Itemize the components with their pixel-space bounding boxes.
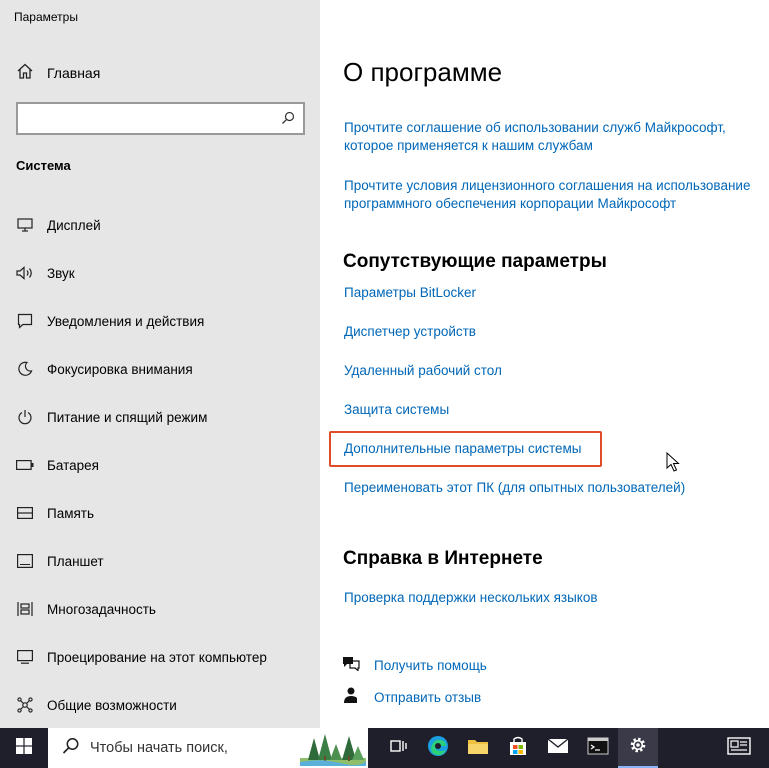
highlight-box (329, 431, 602, 467)
sidebar-item-label: Уведомления и действия (47, 313, 205, 329)
taskbar-search-box[interactable]: Чтобы начать поиск, (48, 728, 368, 768)
mail-button[interactable] (538, 728, 578, 768)
settings-search-input[interactable] (16, 102, 305, 135)
home-label: Главная (47, 65, 101, 81)
file-explorer-button[interactable] (458, 728, 498, 768)
news-icon (727, 736, 751, 760)
file-explorer-icon (467, 737, 489, 760)
sidebar-item-display[interactable]: Дисплей (0, 201, 320, 249)
windows-start-icon (16, 737, 32, 759)
web-help-heading: Справка в Интернете (343, 548, 543, 569)
get-help-row[interactable]: Получить помощь (342, 655, 487, 676)
terminal-button[interactable] (578, 728, 618, 768)
storage-icon (16, 504, 34, 522)
start-button[interactable] (0, 728, 48, 768)
sidebar-item-battery[interactable]: Батарея (0, 441, 320, 489)
related-settings-heading: Сопутствующие параметры (343, 251, 607, 272)
sidebar-nav: Дисплей Звук Уведомления и действия Фоку… (0, 201, 320, 729)
get-help-link[interactable]: Получить помощь (374, 658, 487, 673)
sidebar-item-label: Батарея (47, 457, 99, 473)
services-agreement-link-line2[interactable]: которое применяется к нашим службам (344, 137, 593, 155)
sidebar-item-label: Фокусировка внимания (47, 361, 193, 377)
sidebar-item-storage[interactable]: Память (0, 489, 320, 537)
bitlocker-link[interactable]: Параметры BitLocker (344, 284, 476, 302)
system-protection-link[interactable]: Защита системы (344, 401, 449, 419)
shared-experiences-icon (16, 696, 34, 714)
store-icon (508, 736, 528, 761)
home-nav-item[interactable]: Главная (16, 62, 100, 84)
power-icon (16, 408, 34, 426)
help-chat-icon (342, 655, 360, 676)
sidebar-item-notifications[interactable]: Уведомления и действия (0, 297, 320, 345)
battery-icon (16, 456, 34, 474)
sidebar-item-label: Многозадачность (47, 601, 156, 617)
store-button[interactable] (498, 728, 538, 768)
sidebar-item-label: Дисплей (47, 217, 101, 233)
sidebar-item-sound[interactable]: Звук (0, 249, 320, 297)
remote-desktop-link[interactable]: Удаленный рабочий стол (344, 362, 502, 380)
tablet-icon (16, 552, 34, 570)
search-icon (281, 111, 295, 130)
window-title: Параметры (14, 10, 78, 24)
feedback-person-icon (342, 686, 360, 709)
license-terms-link[interactable]: Прочтите условия лицензионного соглашени… (344, 177, 750, 195)
terminal-icon (587, 737, 609, 760)
feedback-link[interactable]: Отправить отзыв (374, 690, 481, 705)
sidebar-item-focus-assist[interactable]: Фокусировка внимания (0, 345, 320, 393)
notifications-icon (16, 312, 34, 330)
sound-icon (16, 264, 34, 282)
rename-pc-link[interactable]: Переименовать этот ПК (для опытных польз… (344, 479, 685, 497)
mouse-cursor-icon (666, 451, 680, 477)
multitasking-icon (16, 600, 34, 618)
home-icon (16, 62, 34, 85)
sidebar-item-label: Планшет (47, 553, 104, 569)
projecting-icon (16, 648, 34, 666)
settings-button[interactable] (618, 728, 658, 768)
sidebar-item-tablet[interactable]: Планшет (0, 537, 320, 585)
device-manager-link[interactable]: Диспетчер устройств (344, 323, 476, 341)
task-view-icon (389, 738, 407, 759)
sidebar-item-label: Звук (47, 265, 75, 281)
page-title: О программе (343, 57, 503, 87)
section-title: Система (16, 158, 71, 173)
sidebar-item-label: Проецирование на этот компьютер (47, 649, 267, 665)
sidebar-item-label: Питание и спящий режим (47, 409, 208, 425)
focus-assist-icon (16, 360, 34, 378)
services-agreement-link[interactable]: Прочтите соглашение об использовании слу… (344, 119, 726, 137)
search-icon (62, 737, 80, 760)
sidebar-item-projecting[interactable]: Проецирование на этот компьютер (0, 633, 320, 681)
sidebar-item-multitasking[interactable]: Многозадачность (0, 585, 320, 633)
sidebar-item-label: Память (47, 505, 95, 521)
edge-button[interactable] (418, 728, 458, 768)
display-icon (16, 216, 34, 234)
taskbar-search-text: Чтобы начать поиск, (90, 740, 228, 756)
sidebar-item-power[interactable]: Питание и спящий режим (0, 393, 320, 441)
news-widget-button[interactable] (709, 728, 769, 768)
language-support-link[interactable]: Проверка поддержки нескольких языков (344, 589, 598, 607)
sidebar-item-shared-experiences[interactable]: Общие возможности (0, 681, 320, 729)
sidebar: Параметры Главная Система Дисплей Звук У… (0, 0, 320, 728)
license-terms-link-line2[interactable]: программного обеспечения корпорации Майк… (344, 195, 676, 213)
mail-icon (547, 737, 569, 759)
settings-icon (628, 735, 648, 760)
main-content: О программе Прочтите соглашение об испол… (320, 0, 769, 728)
edge-icon (427, 735, 449, 762)
feedback-row[interactable]: Отправить отзыв (342, 686, 481, 709)
task-view-button[interactable] (378, 728, 418, 768)
search-highlight-forest-icon (300, 732, 366, 768)
sidebar-item-label: Общие возможности (47, 697, 177, 713)
taskbar: Чтобы начать поиск, (0, 728, 769, 768)
